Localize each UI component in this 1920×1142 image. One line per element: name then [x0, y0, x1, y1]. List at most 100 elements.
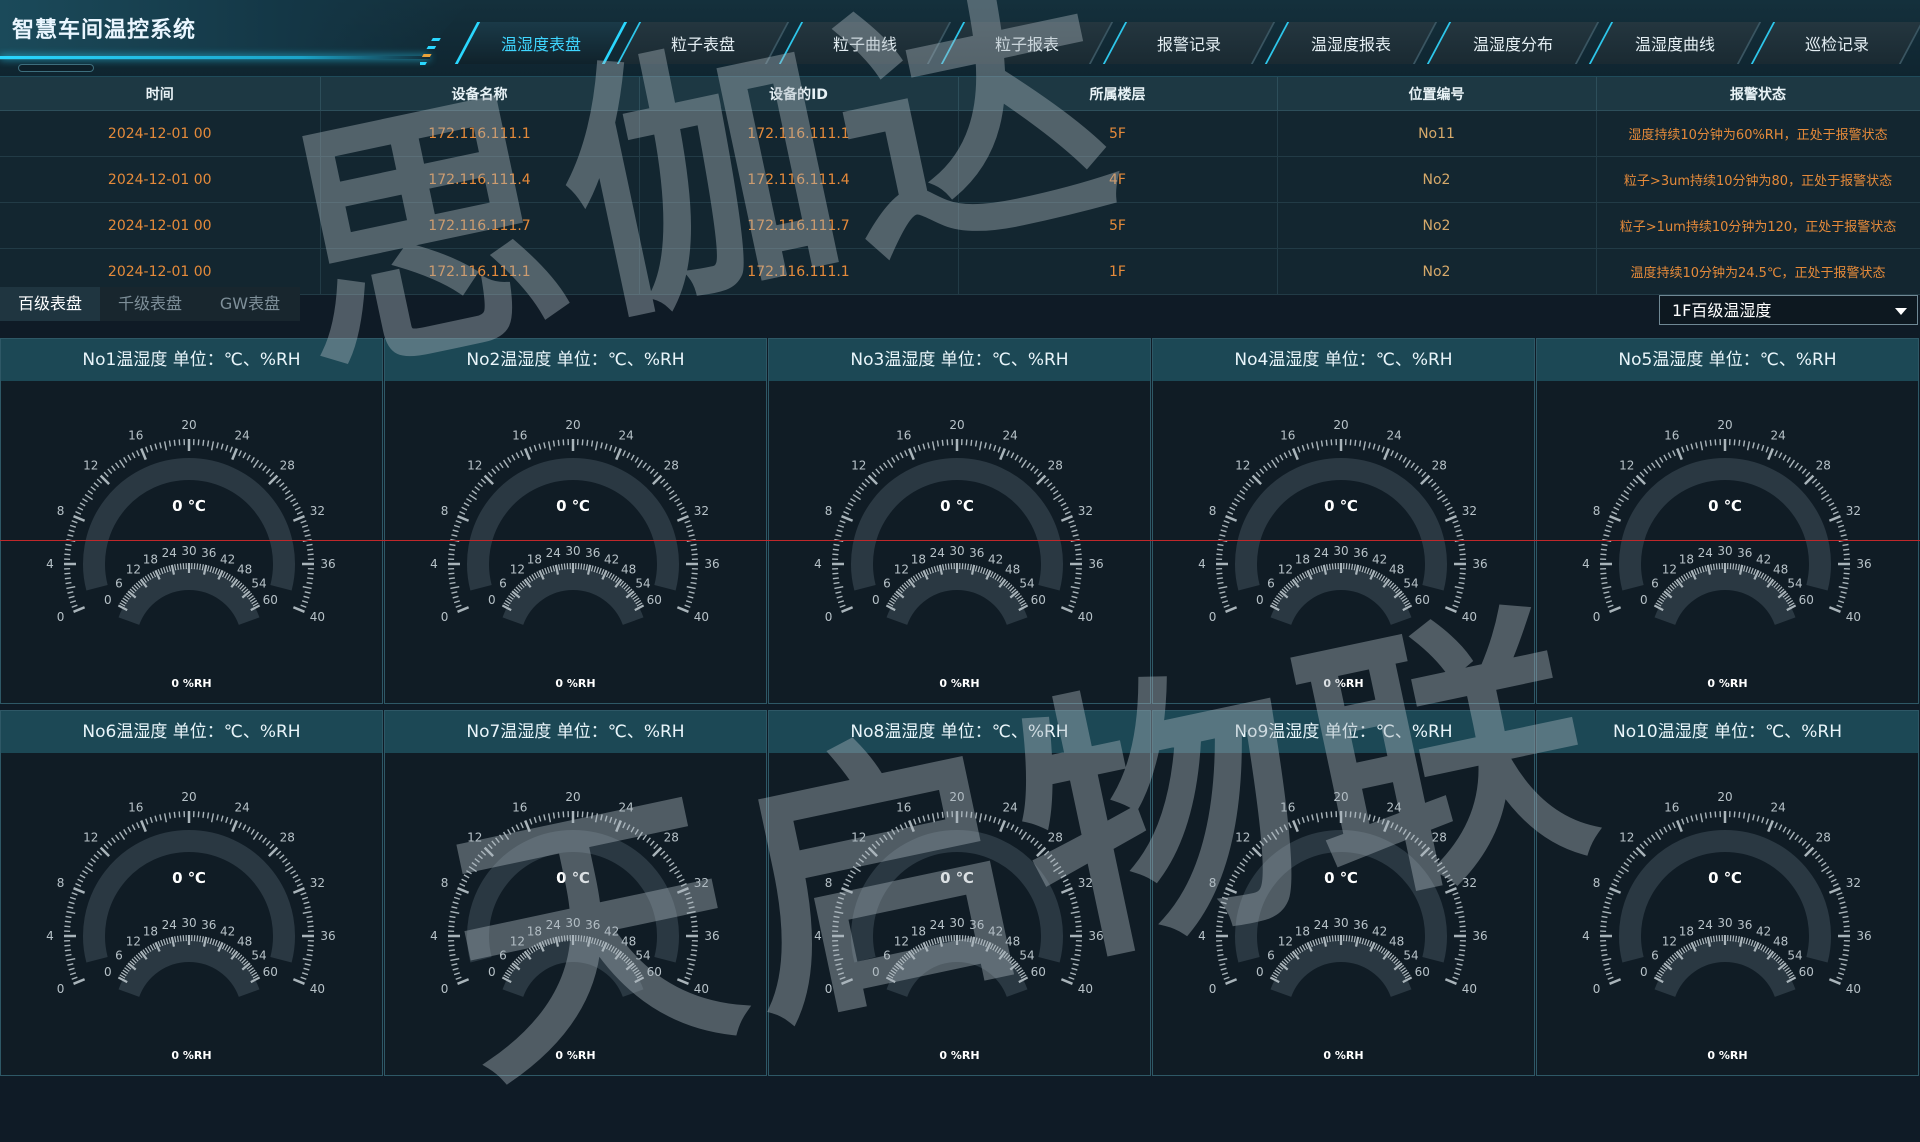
temperature-tick: [66, 544, 72, 545]
humidity-tick: [169, 566, 170, 572]
humidity-tick: [599, 940, 601, 946]
floor-select[interactable]: 1F百级温湿度: [1659, 295, 1918, 325]
humidity-tick: [161, 568, 163, 574]
temperature-tick: [512, 827, 515, 832]
temperature-tick: [165, 813, 167, 822]
nav-tab-3[interactable]: 粒子曲线: [784, 18, 946, 68]
gauge-panel-9: No9温湿度 单位：℃、%RH04812162024283236400 ℃061…: [1152, 710, 1535, 1076]
gauge-level-tab-1[interactable]: 百级表盘: [0, 287, 100, 321]
humidity-tick: [993, 945, 996, 950]
humidity-tick: [542, 941, 544, 947]
temperature-tick: [1272, 832, 1277, 839]
gauge-level-tab-3[interactable]: GW表盘: [200, 287, 300, 321]
nav-tab-1[interactable]: 温湿度表盘: [460, 18, 622, 68]
humidity-tick: [561, 564, 562, 570]
table-row[interactable]: 2024-12-01 00172.116.111.4172.116.111.44…: [0, 157, 1920, 203]
humidity-tick: [1379, 574, 1382, 579]
temperature-value: 0 ℃: [1324, 497, 1358, 515]
humidity-tick: [123, 598, 128, 601]
humidity-tick-label: 0: [488, 593, 496, 607]
temperature-tick: [456, 521, 462, 523]
humidity-tick-label: 30: [949, 916, 964, 930]
nav-tab-5[interactable]: 报警记录: [1108, 18, 1270, 68]
humidity-tick: [1288, 955, 1292, 960]
temperature-tick: [290, 871, 295, 874]
temperature-humidity-gauge: 04812162024283236400 ℃061218243036424854…: [1, 381, 382, 681]
nav-tab-9[interactable]: 巡检记录: [1756, 18, 1918, 68]
temperature-tick: [82, 871, 87, 874]
nav-tab-6[interactable]: 温湿度报表: [1270, 18, 1432, 68]
temperature-tick: [1364, 441, 1366, 450]
temperature-tick: [1321, 441, 1322, 447]
humidity-tick: [1392, 957, 1396, 961]
humidity-tick: [1297, 948, 1300, 953]
table-row[interactable]: 2024-12-01 00172.116.111.1172.116.111.15…: [0, 111, 1920, 157]
nav-tab-2[interactable]: 粒子表盘: [622, 18, 784, 68]
humidity-tick: [1367, 940, 1369, 946]
humidity-tick: [1657, 972, 1662, 975]
temperature-tick: [458, 516, 469, 521]
temperature-tick-label: 20: [1333, 418, 1348, 432]
humidity-tick-label: 30: [181, 916, 196, 930]
title-glow-line: [0, 56, 430, 59]
temperature-humidity-gauge: 04812162024283236400 ℃061218243036424854…: [1, 753, 382, 1053]
humidity-tick: [622, 955, 626, 960]
humidity-tick: [1329, 936, 1330, 942]
temperature-tick: [1434, 859, 1439, 863]
temperature-tick: [1027, 463, 1031, 468]
temperature-tick: [1449, 884, 1454, 887]
humidity-tick: [1751, 940, 1753, 946]
humidity-tick: [594, 938, 596, 944]
temperature-tick: [1034, 841, 1038, 846]
humidity-tick-label: 54: [1787, 576, 1802, 590]
temperature-tick: [842, 516, 853, 521]
temperature-tick: [1779, 825, 1782, 830]
temperature-tick: [450, 959, 459, 961]
humidity-track: [1665, 951, 1785, 993]
temperature-tick: [72, 977, 78, 979]
humidity-tick: [561, 936, 562, 942]
humidity-tick: [1017, 596, 1022, 600]
temperature-tick: [679, 879, 684, 882]
temperature-tick: [1601, 950, 1607, 951]
temperature-tick: [1605, 530, 1611, 532]
humidity-tick: [1751, 568, 1753, 574]
humidity-tick: [518, 957, 522, 961]
humidity-tick: [545, 568, 547, 574]
temperature-tick: [1395, 825, 1398, 830]
humidity-tick: [622, 583, 626, 588]
temperature-tick: [1047, 855, 1052, 859]
humidity-tick-label: 36: [1737, 546, 1752, 560]
gauge-level-tab-2[interactable]: 千级表盘: [100, 287, 200, 321]
humidity-tick: [1758, 944, 1761, 949]
humidity-tick-label: 6: [1267, 948, 1275, 962]
humidity-track: [1281, 579, 1401, 621]
table-cell: 172.116.111.1: [639, 111, 958, 157]
nav-tab-7[interactable]: 温湿度分布: [1432, 18, 1594, 68]
temperature-tick: [1453, 893, 1459, 895]
table-row[interactable]: 2024-12-01 00172.116.111.7172.116.111.75…: [0, 203, 1920, 249]
temperature-tick: [1614, 879, 1619, 882]
temperature-tick: [1843, 544, 1849, 545]
humidity-tick: [993, 573, 996, 578]
temperature-tick: [488, 844, 492, 848]
humidity-tick: [978, 566, 980, 572]
gauge-panel-8: No8温湿度 单位：℃、%RH04812162024283236400 ℃061…: [768, 710, 1151, 1076]
temperature-tick: [635, 457, 638, 462]
humidity-tick: [177, 936, 178, 942]
temperature-tick: [1221, 902, 1227, 904]
temperature-tick: [75, 884, 80, 887]
temperature-tick-label: 0: [1209, 610, 1217, 624]
humidity-tick-label: 42: [1372, 552, 1387, 566]
humidity-tick: [1785, 596, 1790, 600]
nav-tab-4[interactable]: 粒子报表: [946, 18, 1108, 68]
temperature-tick-label: 32: [1078, 876, 1093, 890]
temperature-tick: [835, 964, 841, 965]
temperature-tick: [243, 453, 246, 458]
temperature-tick: [1069, 521, 1075, 523]
nav-tab-8[interactable]: 温湿度曲线: [1594, 18, 1756, 68]
temperature-tick: [1459, 544, 1465, 545]
temperature-tick: [469, 495, 476, 500]
temperature-tick: [1073, 535, 1079, 536]
temperature-tick: [1293, 821, 1298, 832]
